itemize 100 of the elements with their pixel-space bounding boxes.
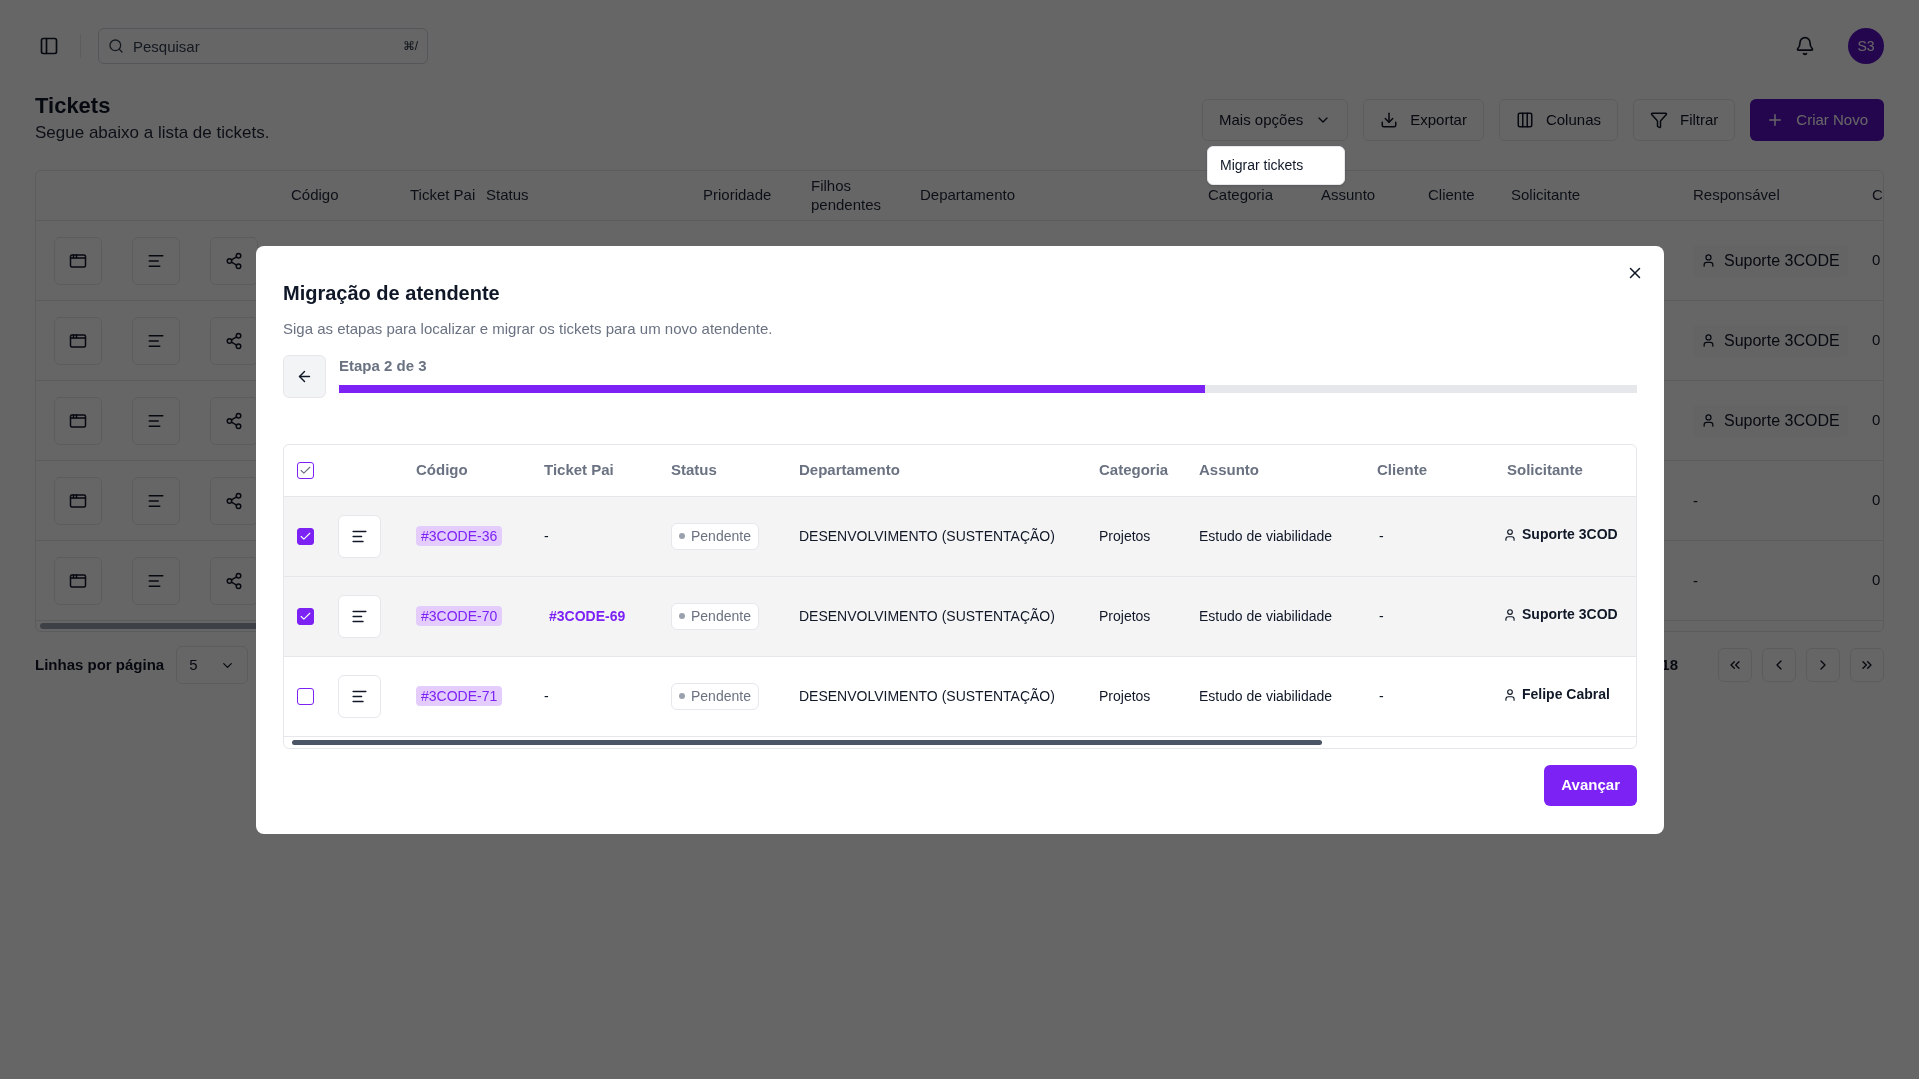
dialog-title: Migração de atendente [283, 281, 501, 306]
requester-name: Suporte 3COD [1522, 525, 1618, 545]
window-icon [69, 571, 87, 590]
column-header: Código [416, 460, 468, 478]
table-cell: - [544, 687, 549, 704]
share-icon [225, 331, 243, 350]
column-header: Solicitante [1507, 460, 1583, 478]
column-header: Ticket Pai [410, 186, 477, 205]
window-icon [69, 331, 87, 350]
ticket-code-tag[interactable]: #3CODE-70 [416, 605, 503, 626]
pagination-button[interactable] [1806, 648, 1840, 682]
details-button[interactable] [338, 514, 381, 558]
column-header: Código [291, 186, 340, 205]
column-header: Cliente [1377, 460, 1427, 478]
scrollbar[interactable] [292, 739, 1322, 745]
requester-name: Suporte 3COD [1522, 605, 1618, 625]
details-button[interactable] [132, 236, 180, 285]
table-cell-text: 0 [1872, 410, 1881, 431]
ticket-code-tag[interactable]: #3CODE-36 [416, 525, 503, 546]
table-cell: DESENVOLVIMENTO (SUSTENTAÇÃO) [799, 687, 1055, 704]
share-icon [225, 571, 243, 590]
notification-bell-icon[interactable] [1795, 36, 1815, 56]
select-all-checkbox[interactable] [297, 461, 314, 479]
user-icon [1701, 413, 1716, 428]
details-button[interactable] [132, 476, 180, 525]
page-title: Tickets [35, 92, 112, 120]
table-cell: DESENVOLVIMENTO (SUSTENTAÇÃO) [799, 607, 1055, 624]
row-checkbox[interactable] [297, 687, 314, 705]
column-header: Ticket Pai [544, 460, 614, 478]
user-avatar[interactable]: S3 [1848, 28, 1884, 64]
window-button[interactable] [54, 476, 102, 525]
table-cell: Projetos [1099, 687, 1151, 704]
row-checkbox[interactable] [297, 527, 314, 545]
table-cell-text: 0 [1872, 570, 1881, 591]
column-header: Cliente [1428, 186, 1476, 205]
table-cell-text: 0 [1872, 250, 1881, 271]
window-icon [69, 251, 87, 270]
menu-item[interactable]: Migrar tickets [1212, 151, 1340, 180]
share-icon [225, 491, 243, 510]
table-cell: DESENVOLVIMENTO (SUSTENTAÇÃO) [799, 527, 1055, 544]
columns-icon [1515, 111, 1534, 129]
column-header: Status [486, 186, 530, 205]
pagination-button[interactable] [1762, 648, 1796, 682]
rows-per-page-select[interactable]: 5 [176, 646, 249, 684]
table-cell: - [1379, 527, 1384, 544]
column-header: Categoria [1099, 460, 1169, 478]
sidebar-toggle-icon[interactable] [39, 36, 59, 56]
column-header: Prioridade [703, 186, 773, 205]
table-cell: - [1379, 607, 1384, 624]
shortcut-hint: ⌘/ [402, 38, 418, 55]
back-button[interactable] [283, 354, 326, 398]
status-badge: Pendente [671, 522, 759, 550]
details-button[interactable] [338, 674, 381, 718]
window-button[interactable] [54, 556, 102, 605]
table-cell: Projetos [1099, 527, 1151, 544]
more-options-button[interactable]: Mais opções [1202, 99, 1349, 141]
status-badge: Pendente [671, 602, 759, 630]
ticket-code-tag[interactable]: #3CODE-71 [416, 685, 503, 706]
user-icon [1503, 607, 1517, 622]
requester-name: Felipe Cabral [1522, 685, 1610, 705]
column-header: Assunto [1199, 460, 1259, 478]
window-button[interactable] [54, 316, 102, 365]
table-cell-text: 0 [1872, 490, 1881, 511]
search-icon [108, 38, 124, 54]
column-header: Assunto [1321, 186, 1377, 205]
column-header: C [1872, 186, 1884, 205]
details-button[interactable] [338, 594, 381, 638]
column-header: Categoria [1208, 186, 1275, 205]
column-header: Status [671, 460, 717, 478]
window-icon [69, 411, 87, 430]
table-cell: - [1379, 687, 1384, 704]
row-checkbox[interactable] [297, 607, 314, 625]
advance-button[interactable]: Avançar [1544, 764, 1637, 806]
share-icon [225, 251, 243, 270]
filter-button[interactable]: Filtrar [1633, 99, 1736, 141]
columns-button[interactable]: Colunas [1498, 99, 1618, 141]
table-cell: Estudo de viabilidade [1199, 687, 1333, 704]
export-button[interactable]: Exportar [1363, 99, 1484, 141]
parent-ticket-link[interactable]: #3CODE-69 [544, 607, 626, 624]
create-button[interactable]: Criar Novo [1750, 99, 1884, 141]
table-cell-text: 0 [1872, 330, 1881, 351]
pagination-button[interactable] [1718, 648, 1752, 682]
share-icon [225, 411, 243, 430]
column-header: Departamento [920, 186, 1017, 205]
details-button[interactable] [132, 316, 180, 365]
details-button[interactable] [132, 396, 180, 445]
window-button[interactable] [54, 396, 102, 445]
window-icon [69, 491, 87, 510]
table-cell: Estudo de viabilidade [1199, 527, 1333, 544]
table-cell: - [544, 527, 549, 544]
pagination-button[interactable] [1850, 648, 1884, 682]
column-header: Responsável [1693, 186, 1781, 205]
details-button[interactable] [132, 556, 180, 605]
window-button[interactable] [54, 236, 102, 285]
column-header: Solicitante [1511, 186, 1582, 205]
table-cell: Estudo de viabilidade [1199, 607, 1333, 624]
export-icon [1380, 111, 1399, 129]
user-icon [1701, 253, 1716, 268]
table-cell: - [1693, 491, 1698, 509]
step-label: Etapa 2 de 3 [339, 355, 428, 376]
